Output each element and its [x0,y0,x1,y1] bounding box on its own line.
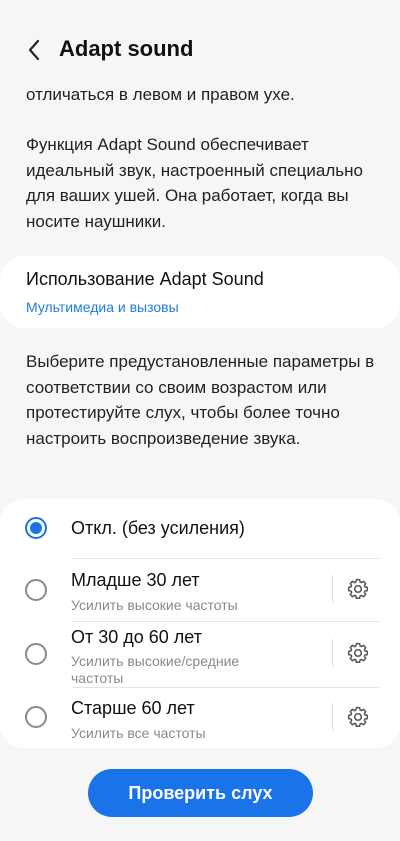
settings-button[interactable] [344,575,372,603]
settings-button[interactable] [344,703,372,731]
gear-icon [347,642,369,664]
presets-description: Выберите предустановленные параметры в с… [26,352,375,448]
intro-partial-text: отличаться в левом и правом ухе. [26,85,295,104]
radio-button[interactable] [25,706,47,728]
radio-button-selected[interactable] [25,517,47,539]
page-title: Adapt sound [59,36,194,61]
presets-card: Откл. (без усиления) Младше 30 лет Усили… [0,499,400,748]
vertical-separator [332,703,333,731]
settings-button[interactable] [344,639,372,667]
option-sublabel: Усилить высокие частоты [71,597,238,613]
gear-icon [347,578,369,600]
option-sublabel: Усилить все частоты [71,725,206,741]
vertical-separator [332,575,333,603]
option-off[interactable]: Откл. (без усиления) [0,499,400,557]
chevron-left-icon [28,39,40,61]
check-hearing-button[interactable]: Проверить слух [88,769,313,817]
intro-description: Функция Adapt Sound обеспечивает идеальн… [26,135,363,231]
gear-icon [347,706,369,728]
usage-setting-value: Мультимедиа и вызовы [26,299,179,315]
option-sublabel: Усилить высокие/средние частоты [71,653,240,686]
radio-button[interactable] [25,579,47,601]
usage-setting[interactable]: Использование Adapt Sound Мультимедиа и … [0,256,400,328]
option-label: Откл. (без усиления) [71,518,245,538]
vertical-separator [332,639,333,667]
option-label: От 30 до 60 лет [71,627,202,647]
option-under-30[interactable]: Младше 30 лет Усилить высокие частоты [0,559,400,620]
usage-setting-title: Использование Adapt Sound [26,269,264,289]
radio-button[interactable] [25,643,47,665]
option-30-60[interactable]: От 30 до 60 лет Усилить высокие/средние … [0,622,400,686]
option-label: Старше 60 лет [71,698,195,718]
option-label: Младше 30 лет [71,570,200,590]
option-over-60[interactable]: Старше 60 лет Усилить все частоты [0,688,400,746]
back-button[interactable] [18,34,50,66]
